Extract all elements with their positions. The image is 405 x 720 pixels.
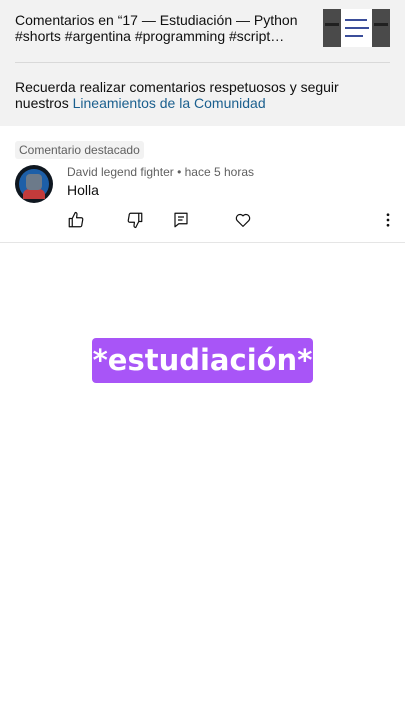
comment-text: Holla [67,182,99,198]
more-icon [386,213,390,227]
pinned-comment-badge: Comentario destacado [15,141,144,159]
reply-icon [174,212,188,228]
guidelines-notice: Recuerda realizar comentarios respetuoso… [15,79,390,111]
comment-meta: David legend fighter • hace 5 horas [67,165,254,179]
thumbnail-line [345,35,363,37]
thumbnail-line [345,19,367,21]
guidelines-link[interactable]: Lineamientos de la Comunidad [73,95,266,111]
like-button[interactable] [67,211,85,229]
thumbnail-text-right [374,23,388,26]
meta-separator: • [177,165,182,179]
video-title[interactable]: Comentarios en “17 — Estudiación — Pytho… [15,12,315,44]
heart-icon [235,213,251,227]
header-divider [15,62,390,63]
reply-button[interactable] [172,211,190,229]
avatar-face [26,174,42,190]
comment-author[interactable]: David legend fighter [67,165,174,179]
comments-divider [0,242,405,243]
more-options-button[interactable] [379,211,397,229]
dislike-icon [127,212,143,229]
heart-button[interactable] [234,211,252,229]
video-thumbnail[interactable] [323,9,390,47]
thumbnail-slide [341,9,372,47]
thumbnail-text-left [325,23,339,26]
comment-time: hace 5 horas [184,165,255,179]
like-icon [68,211,84,228]
avatar-body [23,189,45,199]
avatar[interactable] [15,165,53,203]
comments-header: Comentarios en “17 — Estudiación — Pytho… [0,0,405,126]
dislike-button[interactable] [126,211,144,229]
video-caption-overlay: *estudiación* [92,338,313,383]
thumbnail-line [345,27,369,29]
